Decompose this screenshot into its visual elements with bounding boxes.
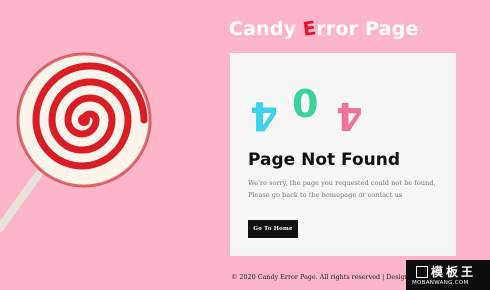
error-digit-3: 4 <box>336 94 363 138</box>
error-digit-1: 4 <box>250 92 278 138</box>
watermark-bottom: MOBANWANG.COM <box>412 280 469 286</box>
error-message: We're sorry, the page you requested coul… <box>248 178 453 201</box>
watermark-logo-icon <box>416 266 428 278</box>
error-digit-2: 0 <box>292 82 319 126</box>
site-title: Candy Error Page <box>229 17 419 41</box>
error-heading: Page Not Found <box>248 150 401 170</box>
footer-copyright: © 2020 Candy Error Page. All rights rese… <box>231 273 409 281</box>
site-title-suffix: rror Page <box>316 18 419 40</box>
go-to-home-button[interactable]: Go To Home <box>248 220 298 238</box>
error-code: 4 0 4 <box>244 82 374 138</box>
site-title-prefix: Candy <box>229 18 304 40</box>
watermark-top-text: 模板王 <box>431 265 477 279</box>
watermark-top: 模板王 <box>416 263 476 280</box>
error-message-line-2: Please go back to the homepage or contac… <box>248 190 403 199</box>
watermark-logo: 模板王 MOBANWANG.COM <box>406 260 490 290</box>
error-card: 4 0 4 Page Not Found We're sorry, the pa… <box>230 53 456 256</box>
error-message-line-1: We're sorry, the page you requested coul… <box>248 179 436 187</box>
lollipop-illustration <box>0 52 152 232</box>
